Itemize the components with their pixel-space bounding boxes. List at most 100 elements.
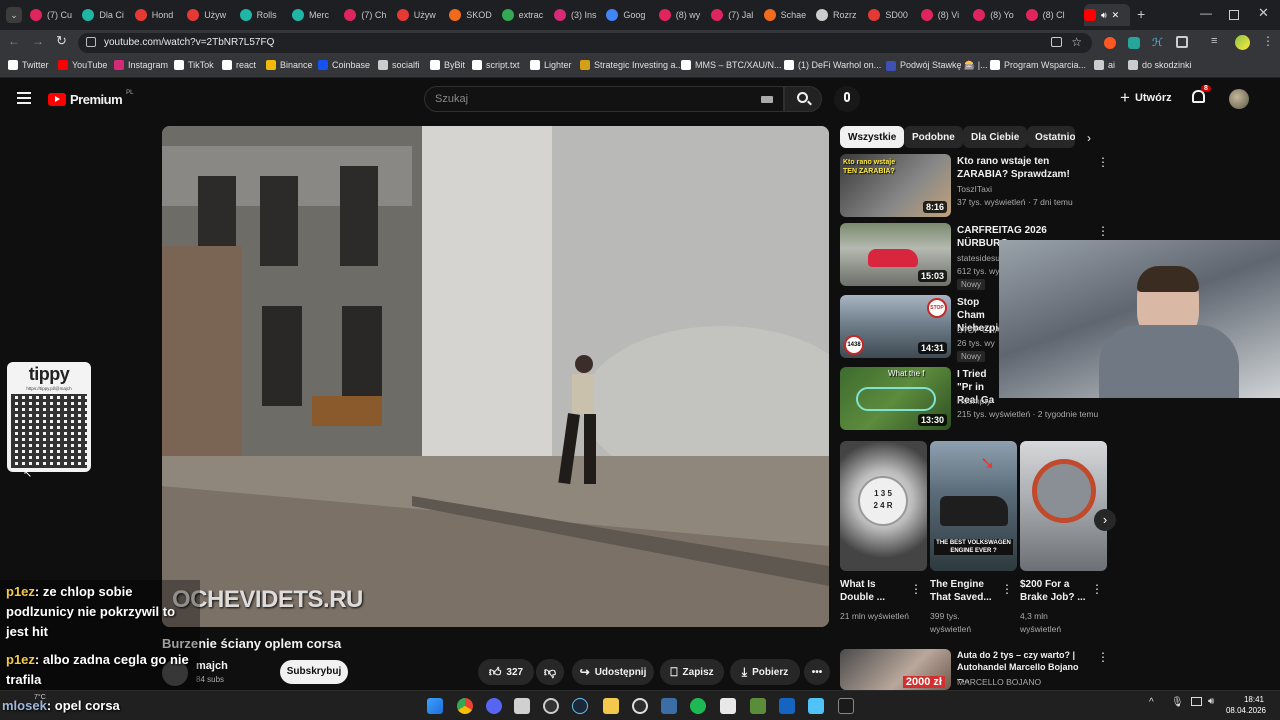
tab-close-icon[interactable]: ✕ bbox=[1112, 10, 1120, 21]
tray-chevron-icon[interactable]: ^ bbox=[1149, 697, 1154, 708]
save-button[interactable]: ⎕ Zapisz bbox=[660, 659, 724, 685]
notifications-button[interactable]: 8 bbox=[1192, 85, 1211, 103]
browser-tab[interactable]: (8) wy bbox=[658, 4, 707, 26]
terminal-icon[interactable] bbox=[838, 698, 854, 714]
browser-tab[interactable]: (7) Cu bbox=[30, 4, 78, 26]
bookmark-item[interactable]: MMS – BTC/XAU/N... bbox=[681, 60, 782, 70]
bookmark-item[interactable]: ai bbox=[1094, 60, 1115, 70]
browser-tab[interactable]: Używ bbox=[187, 4, 235, 26]
browser-tab[interactable]: Rozrz bbox=[816, 4, 864, 26]
tray-mic-icon[interactable]: 🎙︎ bbox=[1171, 697, 1184, 708]
bookmark-item[interactable]: socialfi bbox=[378, 60, 420, 70]
spotify-icon[interactable] bbox=[690, 698, 706, 714]
rec-thumbnail[interactable]: STOP 1438 14:31 bbox=[840, 295, 951, 358]
browser-tab[interactable]: (7) Ch bbox=[344, 4, 392, 26]
rec-channel[interactable]: Hoompty bbox=[957, 396, 991, 406]
start-button[interactable] bbox=[427, 698, 443, 714]
share-button[interactable]: ↪ Udostępnij bbox=[572, 659, 654, 685]
minimize-button[interactable]: — bbox=[1200, 6, 1212, 20]
create-button[interactable]: + Utwórz bbox=[1120, 89, 1172, 106]
file-explorer-icon[interactable] bbox=[603, 698, 619, 714]
chevron-right-icon[interactable]: › bbox=[1087, 131, 1091, 145]
youtube-logo[interactable]: Premium PL bbox=[48, 90, 133, 107]
download-button[interactable]: ⤓ Pobierz bbox=[730, 659, 800, 685]
rec-thumbnail[interactable]: 15:03 bbox=[840, 223, 951, 286]
dislike-button[interactable]: 👎︎ bbox=[536, 659, 564, 685]
short-menu-icon[interactable]: ⋮ bbox=[910, 582, 922, 596]
rec-channel[interactable]: statesidesu bbox=[957, 253, 1000, 263]
extension-icon-3[interactable]: ℋ bbox=[1152, 36, 1163, 49]
browser-tab[interactable]: (3) Ins bbox=[554, 4, 602, 26]
short-menu-icon[interactable]: ⋮ bbox=[1091, 582, 1103, 596]
bookmark-item[interactable]: Podwój Stawkę 🎰 |... bbox=[886, 60, 988, 71]
short-thumbnail[interactable]: ➘ THE BEST VOLKSWAGEN ENGINE EVER ? bbox=[930, 441, 1017, 571]
short-title[interactable]: $200 For a Brake Job? ... bbox=[1020, 578, 1090, 604]
short-title[interactable]: The Engine That Saved... bbox=[930, 578, 1000, 604]
browser-tab[interactable]: SKOD bbox=[449, 4, 497, 26]
hamburger-menu-icon[interactable] bbox=[17, 92, 31, 104]
url-text[interactable]: youtube.com/watch?v=2TbNR7L57FQ bbox=[104, 37, 274, 48]
bookmark-item[interactable]: (1) DeFi Warhol on... bbox=[784, 60, 881, 70]
browser-tab[interactable]: (8) Cl bbox=[1025, 4, 1074, 26]
browser-tab[interactable]: (8) Vi bbox=[920, 4, 969, 26]
browser-tab[interactable]: Hond bbox=[134, 4, 183, 26]
rec-channel[interactable]: ToszITaxi bbox=[957, 184, 992, 194]
browser-tab[interactable]: Dla Ci bbox=[82, 4, 130, 26]
bookmark-item[interactable]: Lighter bbox=[530, 60, 572, 70]
chip-related[interactable]: Podobne bbox=[904, 126, 963, 148]
tray-display-icon[interactable] bbox=[1191, 697, 1202, 706]
install-icon[interactable] bbox=[1051, 37, 1062, 47]
account-avatar[interactable] bbox=[1229, 89, 1249, 109]
app-icon-tools[interactable] bbox=[661, 698, 677, 714]
shorts-next-button[interactable]: › bbox=[1094, 509, 1116, 531]
bookmark-star-icon[interactable]: ☆ bbox=[1071, 35, 1082, 49]
app-icon-box[interactable] bbox=[720, 698, 736, 714]
tray-volume-icon[interactable]: 🔊︎ bbox=[1208, 696, 1214, 707]
new-tab-button[interactable]: + bbox=[1137, 6, 1145, 22]
browser-tab[interactable]: Merc bbox=[292, 4, 340, 26]
rec-menu-icon[interactable]: ⋮ bbox=[1097, 224, 1109, 238]
bookmark-item[interactable]: ByBit bbox=[430, 60, 465, 70]
chip-recent[interactable]: Ostatnio bbox=[1027, 126, 1075, 148]
rec-thumbnail[interactable]: What the f 13:30 bbox=[840, 367, 951, 430]
rec-thumbnail[interactable]: 2000 zł bbox=[840, 649, 951, 690]
bookmark-item[interactable]: Twitter bbox=[8, 60, 49, 70]
like-button[interactable]: 👍︎ 327 bbox=[478, 659, 534, 685]
steam-icon[interactable] bbox=[572, 698, 588, 714]
tab-search-button[interactable]: ⌄ bbox=[6, 7, 22, 23]
bookmark-item[interactable]: YouTube bbox=[58, 60, 107, 70]
browser-menu-icon[interactable]: ⋮ bbox=[1262, 34, 1274, 48]
search-input[interactable]: Szukaj bbox=[424, 86, 784, 112]
clock-time[interactable]: 18:41 bbox=[1234, 695, 1264, 704]
maximize-button[interactable] bbox=[1229, 10, 1239, 20]
back-icon[interactable]: ← bbox=[8, 34, 20, 48]
rec-channel[interactable]: MARCELLO BOJANO bbox=[957, 677, 1041, 687]
bookmark-item[interactable]: do skodzinki bbox=[1128, 60, 1192, 70]
browser-tab[interactable]: Rolls bbox=[239, 4, 288, 26]
extensions-puzzle-icon[interactable] bbox=[1176, 36, 1188, 48]
voice-search-button[interactable] bbox=[834, 86, 860, 112]
rec-menu-icon[interactable]: ⋮ bbox=[1097, 155, 1109, 169]
bookmark-item[interactable]: react bbox=[222, 60, 256, 70]
notepad-icon[interactable] bbox=[808, 698, 824, 714]
chrome-icon[interactable] bbox=[457, 698, 473, 714]
short-menu-icon[interactable]: ⋮ bbox=[1001, 582, 1013, 596]
app-icon-image[interactable] bbox=[750, 698, 766, 714]
browser-tab[interactable]: Używ bbox=[396, 4, 445, 26]
forward-icon[interactable]: → bbox=[32, 34, 44, 48]
keyboard-icon[interactable] bbox=[761, 96, 773, 103]
extension-icon-2[interactable] bbox=[1128, 37, 1140, 49]
chip-for-you[interactable]: Dla Ciebie bbox=[963, 126, 1028, 148]
video-player[interactable]: OCHEVIDETS.RU bbox=[162, 126, 829, 627]
bookmark-item[interactable]: Binance bbox=[266, 60, 313, 70]
bookmark-item[interactable]: script.txt bbox=[472, 60, 520, 70]
app-icon-editor[interactable] bbox=[514, 698, 530, 714]
extension-icon-1[interactable] bbox=[1104, 37, 1116, 49]
rec-title[interactable]: Kto rano wstaje ten ZARABIA? Sprawdzam! bbox=[957, 155, 1092, 181]
bookmark-item[interactable]: Strategic Investing a... bbox=[580, 60, 683, 70]
short-thumbnail[interactable] bbox=[1020, 441, 1107, 571]
app-icon-x[interactable] bbox=[779, 698, 795, 714]
search-button[interactable] bbox=[784, 86, 822, 112]
reading-list-icon[interactable]: ≡ bbox=[1211, 35, 1217, 47]
browser-tab[interactable]: extrac bbox=[501, 4, 550, 26]
